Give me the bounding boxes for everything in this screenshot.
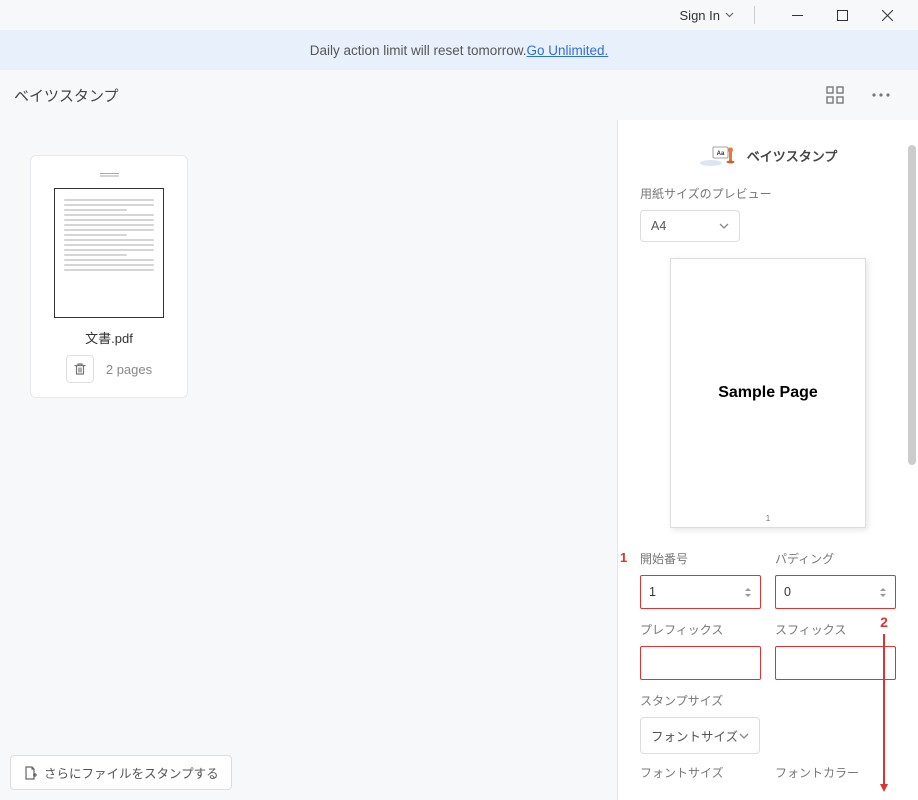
minimize-button[interactable]	[775, 0, 820, 30]
header: ベイツスタンプ	[0, 70, 918, 120]
file-card[interactable]: ══ 文書.pdf 2 pages	[30, 155, 188, 398]
close-button[interactable]	[865, 0, 910, 30]
font-size-value: フォントサイズ	[651, 726, 738, 745]
sign-in-label: Sign In	[680, 8, 720, 23]
delete-button[interactable]	[66, 355, 94, 383]
file-name: 文書.pdf	[85, 328, 133, 347]
suffix-input[interactable]	[775, 646, 896, 680]
maximize-button[interactable]	[820, 0, 865, 30]
scrollbar[interactable]	[908, 145, 916, 465]
add-more-label: さらにファイルをスタンプする	[44, 763, 219, 782]
padding-input[interactable]: 0	[775, 575, 896, 609]
padding-label: パディング	[775, 550, 896, 567]
chevron-down-icon	[725, 12, 734, 18]
paper-size-select[interactable]: A4	[640, 210, 740, 242]
paper-preview-label: 用紙サイズのプレビュー	[640, 185, 896, 202]
grid-view-icon[interactable]	[826, 86, 844, 104]
go-unlimited-link[interactable]: Go Unlimited.	[527, 43, 609, 58]
sign-in-button[interactable]: Sign In	[680, 8, 734, 23]
bates-stamp-icon: Aa	[699, 145, 737, 165]
page-title: ベイツスタンプ	[14, 85, 119, 106]
limit-banner: Daily action limit will reset tomorrow. …	[0, 30, 918, 70]
trash-icon	[73, 362, 87, 376]
sample-page-text: Sample Page	[718, 384, 818, 402]
annotation-2-label: 2	[880, 614, 888, 630]
stamp-size-label: スタンプサイズ	[640, 692, 896, 709]
spinner-icon[interactable]	[744, 587, 752, 598]
add-more-files-button[interactable]: さらにファイルをスタンプする	[10, 755, 232, 790]
annotation-1: 1	[620, 550, 627, 565]
font-size-select[interactable]: フォントサイズ	[640, 717, 760, 754]
page-count: 2 pages	[106, 362, 152, 377]
titlebar: Sign In	[0, 0, 918, 30]
svg-text:Aa: Aa	[716, 151, 724, 157]
file-thumbnail	[54, 188, 164, 318]
font-color-bottom-label: フォントカラー	[775, 764, 896, 781]
suffix-label: スフィックス	[775, 621, 896, 638]
paper-size-value: A4	[651, 219, 666, 233]
divider	[754, 6, 755, 24]
banner-text: Daily action limit will reset tomorrow.	[310, 43, 527, 58]
spinner-icon[interactable]	[879, 587, 887, 598]
more-icon[interactable]	[872, 93, 890, 97]
prefix-label: プレフィックス	[640, 621, 761, 638]
file-area: ══ 文書.pdf 2 pages さらにファイルをスタンプする	[0, 120, 618, 800]
padding-value: 0	[784, 585, 791, 599]
prefix-input[interactable]	[640, 646, 761, 680]
start-number-label: 開始番号	[640, 550, 761, 567]
settings-panel: Aa ベイツスタンプ 用紙サイズのプレビュー A4 Sample Page 1 …	[618, 120, 918, 800]
panel-title: ベイツスタンプ	[747, 146, 838, 165]
sample-page-number: 1	[766, 514, 770, 523]
annotation-2: 2	[880, 614, 888, 792]
start-number-input[interactable]: 1	[640, 575, 761, 609]
font-size-bottom-label: フォントサイズ	[640, 764, 761, 781]
file-add-icon	[23, 766, 37, 780]
page-preview: Sample Page 1	[670, 258, 866, 528]
start-number-value: 1	[649, 585, 656, 599]
chevron-down-icon	[719, 223, 729, 229]
drag-handle-icon[interactable]: ══	[100, 166, 118, 182]
chevron-down-icon	[739, 733, 749, 739]
